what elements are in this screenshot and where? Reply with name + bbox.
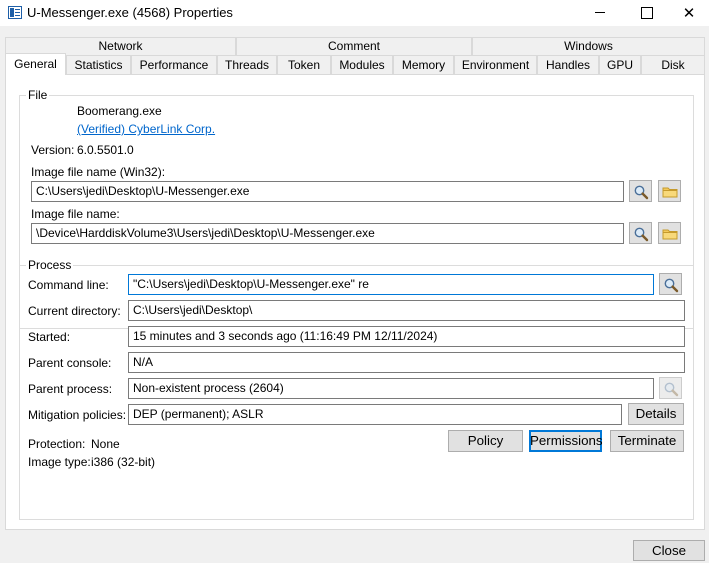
- folder-icon: [662, 229, 678, 240]
- close-window-button[interactable]: ✕: [669, 0, 709, 26]
- image-folder-button[interactable]: [658, 222, 681, 244]
- parent-console-label: Parent console:: [28, 356, 112, 370]
- maximize-button[interactable]: [623, 0, 669, 26]
- image-win32-search-button[interactable]: [629, 180, 652, 202]
- file-name: Boomerang.exe: [77, 104, 162, 118]
- folder-icon: [662, 187, 678, 198]
- tab-comment[interactable]: Comment: [236, 37, 472, 55]
- publisher-link[interactable]: (Verified) CyberLink Corp.: [77, 122, 215, 136]
- protection-value: None: [91, 437, 120, 451]
- details-button[interactable]: Details: [628, 403, 684, 425]
- tab-token[interactable]: Token: [277, 55, 331, 74]
- tab-disk[interactable]: Disk: [641, 55, 705, 74]
- image-win32-field[interactable]: C:\Users\jedi\Desktop\U-Messenger.exe: [31, 181, 624, 202]
- parent-process-search-button[interactable]: [659, 377, 682, 399]
- terminate-button[interactable]: Terminate: [610, 430, 684, 452]
- image-type-value: i386 (32-bit): [91, 455, 156, 469]
- current-directory-label: Current directory:: [28, 304, 121, 318]
- file-group-label: File: [26, 88, 50, 102]
- search-icon: [634, 185, 649, 200]
- window-title: U-Messenger.exe (4568) Properties: [27, 5, 233, 20]
- image-search-button[interactable]: [629, 222, 652, 244]
- tab-performance[interactable]: Performance: [131, 55, 217, 74]
- version-value: 6.0.5501.0: [77, 143, 134, 157]
- image-win32-label: Image file name (Win32):: [31, 165, 166, 179]
- tab-environment[interactable]: Environment: [454, 55, 537, 74]
- command-line-search-button[interactable]: [659, 273, 682, 295]
- version-label: Version:: [31, 143, 75, 157]
- image-field[interactable]: \Device\HarddiskVolume3\Users\jedi\Deskt…: [31, 223, 624, 244]
- permissions-button[interactable]: Permissions: [529, 430, 603, 452]
- search-icon: [634, 227, 649, 242]
- process-group-label: Process: [26, 258, 74, 272]
- tab-gpu[interactable]: GPU: [599, 55, 641, 74]
- image-win32-folder-button[interactable]: [658, 180, 681, 202]
- parent-process-field[interactable]: Non-existent process (2604): [128, 378, 654, 399]
- started-field[interactable]: 15 minutes and 3 seconds ago (11:16:49 P…: [128, 326, 685, 347]
- close-button[interactable]: Close: [633, 540, 705, 561]
- command-line-field[interactable]: "C:\Users\jedi\Desktop\U-Messenger.exe" …: [128, 274, 654, 295]
- tab-general[interactable]: General: [5, 53, 66, 75]
- tab-handles[interactable]: Handles: [537, 55, 599, 74]
- command-line-label: Command line:: [28, 278, 109, 292]
- search-icon: [664, 278, 679, 293]
- protection-label: Protection:: [28, 437, 86, 451]
- minimize-button[interactable]: [577, 0, 623, 26]
- started-label: Started:: [28, 330, 71, 344]
- mitigation-policies-label: Mitigation policies:: [28, 408, 127, 422]
- image-type-label: Image type:: [28, 455, 91, 469]
- image-label: Image file name:: [31, 207, 120, 221]
- search-icon: [664, 382, 679, 397]
- app-window-icon: [8, 6, 22, 19]
- policy-button[interactable]: Policy: [448, 430, 523, 452]
- tab-statistics[interactable]: Statistics: [66, 55, 131, 74]
- tab-threads[interactable]: Threads: [217, 55, 277, 74]
- tab-windows[interactable]: Windows: [472, 37, 705, 55]
- tab-modules[interactable]: Modules: [331, 55, 393, 74]
- current-directory-field[interactable]: C:\Users\jedi\Desktop\: [128, 300, 685, 321]
- general-tab-panel: File Boomerang.exe (Verified) CyberLink …: [5, 74, 705, 530]
- tab-memory[interactable]: Memory: [393, 55, 454, 74]
- parent-process-label: Parent process:: [28, 382, 113, 396]
- parent-console-field[interactable]: N/A: [128, 352, 685, 373]
- mitigation-policies-field[interactable]: DEP (permanent); ASLR: [128, 404, 622, 425]
